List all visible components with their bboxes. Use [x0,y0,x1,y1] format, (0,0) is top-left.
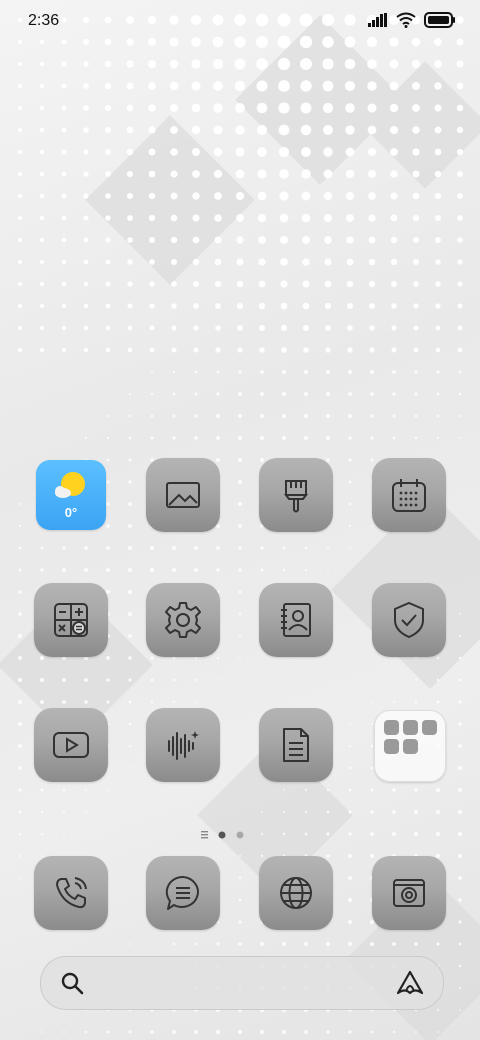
dock-messages[interactable] [146,856,220,930]
status-bar: 2:36 [0,0,480,44]
folder-mini-app [403,720,418,735]
gear-icon [165,602,201,638]
soundwave-icon [168,731,199,760]
wifi-icon [396,12,416,28]
folder-mini-app [403,739,418,754]
folder-mini-app [422,720,437,735]
dock-browser[interactable] [259,856,333,930]
folder-mini-app [384,739,399,754]
document-icon [283,728,309,762]
dock-camera[interactable] [372,856,446,930]
play-icon [53,732,89,758]
search-icon [61,972,84,995]
search-bar[interactable] [40,956,444,1010]
app-settings[interactable] [146,583,220,657]
contacts-icon [281,603,311,637]
image-icon [166,482,200,508]
shield-icon [394,601,424,639]
weather-temperature: 0° [64,505,78,520]
chat-bubble-icon [165,875,199,910]
page-indicator[interactable] [0,828,480,842]
app-calculator[interactable] [34,583,108,657]
app-folder[interactable] [374,710,446,782]
paintbrush-icon [284,480,308,513]
app-video[interactable] [34,708,108,782]
app-weather[interactable]: 0° [36,460,106,530]
battery-icon [424,12,455,28]
page-dot-active [218,831,226,839]
signal-icon [368,13,387,27]
app-calendar[interactable] [372,458,446,532]
app-recorder[interactable] [146,708,220,782]
pages-menu-icon [201,831,208,839]
app-security[interactable] [372,583,446,657]
phone-icon [56,877,87,909]
calculator-icon [54,603,88,637]
app-notes[interactable] [259,708,333,782]
app-gallery[interactable] [146,458,220,532]
camera-icon [393,879,425,907]
app-contacts[interactable] [259,583,333,657]
folder-mini-app [384,720,399,735]
sun-cloud-icon [55,472,85,498]
app-themes[interactable] [259,458,333,532]
page-dot [236,831,244,839]
calendar-icon [392,479,426,512]
globe-icon [280,877,312,909]
assistant-icon[interactable] [395,969,425,997]
dock-phone[interactable] [34,856,108,930]
status-time: 2:36 [28,12,60,29]
